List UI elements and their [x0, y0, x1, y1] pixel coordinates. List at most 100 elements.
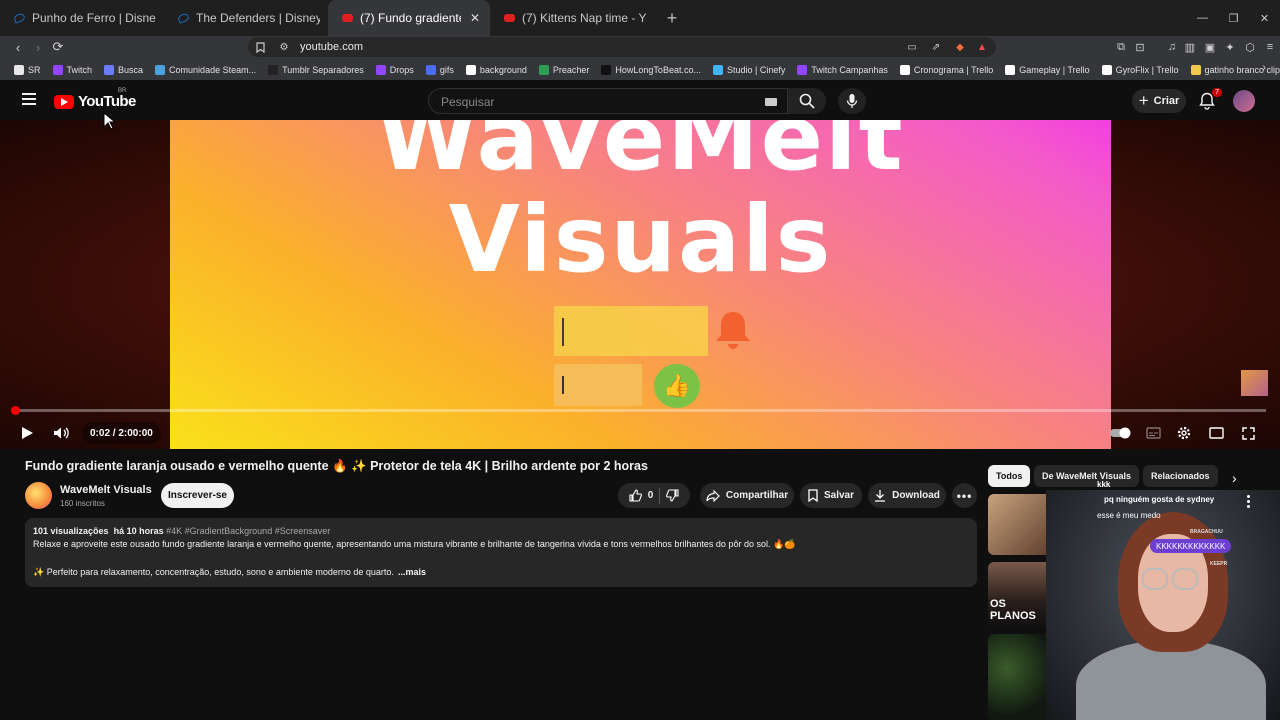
- notifications-button[interactable]: 7: [1196, 88, 1222, 112]
- more-actions-button[interactable]: •••: [952, 483, 977, 508]
- related-video-thumbnail[interactable]: OS PLANOS: [988, 562, 1052, 626]
- save-button[interactable]: Salvar: [800, 483, 862, 508]
- disney-icon: [176, 12, 191, 24]
- more-vertical-icon[interactable]: [1246, 495, 1252, 509]
- media-icon[interactable]: ♫: [1164, 39, 1180, 55]
- brave-shield-icon[interactable]: ◆: [952, 39, 968, 55]
- theater-icon: [1208, 427, 1224, 439]
- chip-de-wavemelt[interactable]: De WaveMelt Visuals: [1034, 465, 1140, 487]
- bookmark-item[interactable]: Drops: [375, 64, 414, 75]
- sidebar-icon[interactable]: ▥: [1182, 39, 1198, 55]
- account-avatar[interactable]: [1233, 90, 1255, 112]
- forward-icon[interactable]: ›: [28, 37, 48, 57]
- bookmarks-overflow-icon[interactable]: ›: [1262, 62, 1266, 74]
- bookmark-item[interactable]: SR: [14, 64, 41, 75]
- bookmark-item[interactable]: Cronograma | Trello: [899, 64, 993, 75]
- youtube-logo[interactable]: YouTube BR: [54, 88, 136, 110]
- tab-the-defenders[interactable]: The Defenders | Disney+: [164, 0, 328, 36]
- leo-ai-icon[interactable]: ✦: [1222, 39, 1238, 55]
- bookmark-item[interactable]: background: [465, 64, 527, 75]
- show-more-link[interactable]: ...mais: [398, 567, 426, 577]
- tab-kittens-nap-time[interactable]: (7) Kittens Nap time - YouTube: [490, 0, 654, 36]
- bookmark-favicon-icon: [268, 64, 279, 75]
- browser-menu-icon[interactable]: ≡: [1262, 39, 1278, 55]
- new-tab-button[interactable]: +: [658, 4, 686, 32]
- video-player[interactable]: WaveMelt Visuals 👍 0:02 / 2:00:00: [0, 120, 1280, 449]
- bookmark-favicon-icon: [465, 64, 476, 75]
- theater-mode-button[interactable]: [1205, 422, 1227, 444]
- bookmark-icon[interactable]: [252, 39, 268, 55]
- maximize-icon[interactable]: ❐: [1218, 0, 1249, 36]
- site-info-icon[interactable]: ⚙: [276, 39, 292, 55]
- search-button[interactable]: [788, 88, 826, 114]
- omnibox[interactable]: ⚙ youtube.com ▭ ⇗ ◆ ▲: [248, 37, 996, 57]
- bookmark-item[interactable]: gatinho branco clip: [1190, 64, 1280, 75]
- minimize-icon[interactable]: —: [1187, 0, 1218, 36]
- thumbs-down-icon[interactable]: [666, 489, 679, 502]
- close-window-icon[interactable]: ✕: [1249, 0, 1280, 36]
- play-button[interactable]: [16, 422, 38, 444]
- bookmark-favicon-icon: [712, 64, 723, 75]
- bookmark-item[interactable]: Studio | Cinefy: [712, 64, 785, 75]
- vpn-icon[interactable]: ⬡: [1242, 39, 1258, 55]
- address-bar-row: ‹ › ⟳ ⚙ youtube.com ▭ ⇗ ◆ ▲ ⧉ ⊡ ♫ ▥ ▣ ✦ …: [0, 36, 1280, 59]
- bookmark-item[interactable]: HowLongToBeat.co...: [601, 64, 701, 75]
- chip-relacionados[interactable]: Relacionados: [1143, 465, 1218, 487]
- subscribe-button[interactable]: Inscrever-se: [161, 483, 234, 508]
- bookmark-item[interactable]: GyroFlix | Trello: [1101, 64, 1179, 75]
- back-icon[interactable]: ‹: [8, 37, 28, 57]
- tab-punho-de-ferro[interactable]: Punho de Ferro | Disney+: [0, 0, 164, 36]
- subscribe-box-art: [554, 306, 708, 356]
- fullscreen-button[interactable]: [1237, 422, 1259, 444]
- channel-name[interactable]: WaveMelt Visuals: [60, 484, 152, 496]
- mute-button[interactable]: [50, 422, 72, 444]
- wallet-icon[interactable]: ▣: [1202, 39, 1218, 55]
- keyboard-icon[interactable]: [765, 98, 777, 106]
- voice-search-button[interactable]: [838, 88, 866, 114]
- screenshot-icon[interactable]: ⊡: [1132, 39, 1148, 55]
- bookmark-item[interactable]: Twitch Campanhas: [797, 64, 888, 75]
- thumbnail-caption: OS PLANOS: [990, 598, 1036, 622]
- bookmark-item[interactable]: Twitch: [52, 64, 92, 75]
- video-title: Fundo gradiente laranja ousado e vermelh…: [25, 459, 648, 473]
- share-button[interactable]: Compartilhar: [700, 483, 794, 508]
- save-icon: [808, 489, 818, 502]
- video-frame[interactable]: WaveMelt Visuals 👍: [170, 120, 1111, 449]
- chevron-right-icon[interactable]: ›: [1232, 470, 1237, 486]
- channel-avatar[interactable]: [25, 482, 52, 509]
- scrubber-handle[interactable]: [11, 406, 20, 415]
- create-button[interactable]: + Criar: [1132, 89, 1186, 113]
- progress-bar[interactable]: [11, 406, 1266, 415]
- bookmark-item[interactable]: Comunidade Steam...: [155, 64, 256, 75]
- description-box[interactable]: 101 visualizações há 10 horas #4K #Gradi…: [25, 518, 977, 587]
- youtube-header: YouTube BR Pesquisar + Criar 7: [0, 80, 1280, 120]
- bookmark-item[interactable]: Tumblr Separadores: [268, 64, 364, 75]
- download-button[interactable]: Download: [868, 483, 946, 508]
- bookmark-favicon-icon: [14, 64, 24, 75]
- cast-icon[interactable]: ▭: [904, 39, 920, 55]
- captions-button[interactable]: [1142, 422, 1164, 444]
- search-input[interactable]: Pesquisar: [428, 88, 788, 114]
- hamburger-menu-icon[interactable]: [22, 93, 36, 105]
- tab-fundo-gradiente[interactable]: (7) Fundo gradiente laranja ousa ✕: [328, 0, 490, 36]
- thumbs-up-icon[interactable]: [629, 489, 642, 502]
- share-icon[interactable]: ⇗: [928, 39, 944, 55]
- hashtags[interactable]: #4K #GradientBackground #Screensaver: [166, 526, 330, 536]
- autoplay-toggle[interactable]: [1108, 422, 1134, 444]
- bookmark-item[interactable]: Preacher: [538, 64, 589, 75]
- settings-button[interactable]: [1173, 422, 1195, 444]
- bookmark-item[interactable]: gifs: [425, 64, 454, 75]
- related-video-thumbnail[interactable]: [988, 634, 1052, 720]
- fullscreen-icon: [1241, 426, 1255, 440]
- brave-rewards-icon[interactable]: ▲: [974, 39, 990, 55]
- close-tab-icon[interactable]: ✕: [468, 11, 482, 25]
- channel-watermark[interactable]: [1241, 370, 1268, 396]
- reload-icon[interactable]: ⟳: [48, 37, 68, 57]
- extensions-icon[interactable]: ⧉: [1113, 39, 1129, 55]
- bookmark-item[interactable]: Busca: [104, 64, 143, 75]
- url-text[interactable]: youtube.com: [300, 41, 363, 53]
- chip-todos[interactable]: Todos: [988, 465, 1031, 487]
- related-video-thumbnail[interactable]: [988, 494, 1052, 555]
- bookmark-item[interactable]: Gameplay | Trello: [1005, 64, 1090, 75]
- glasses-icon: [1172, 568, 1198, 590]
